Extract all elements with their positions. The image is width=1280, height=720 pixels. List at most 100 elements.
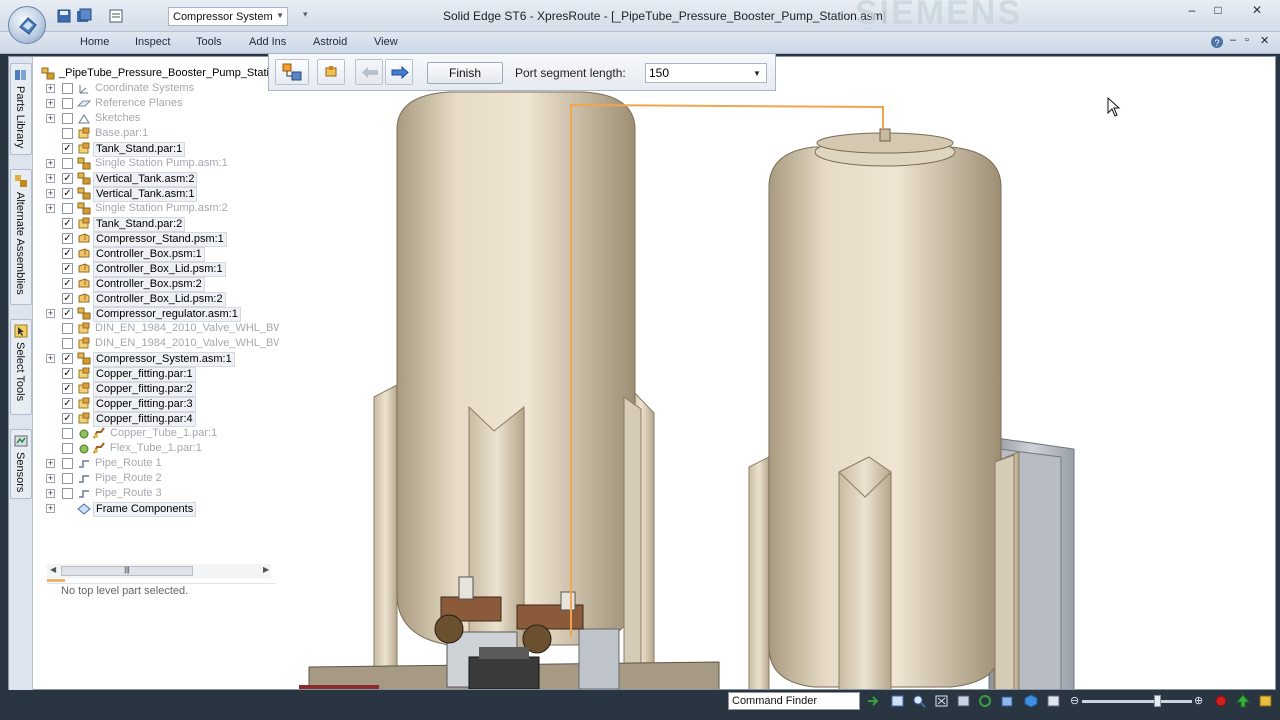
- scroll-left-icon[interactable]: ◀: [50, 565, 56, 574]
- stop-icon[interactable]: [1214, 694, 1229, 708]
- finish-button[interactable]: Finish: [427, 62, 503, 84]
- expand-icon[interactable]: +: [46, 204, 55, 213]
- scrollbar-thumb[interactable]: |||: [61, 566, 193, 576]
- expand-icon[interactable]: +: [46, 174, 55, 183]
- visibility-checkbox[interactable]: ✓: [62, 188, 73, 199]
- expand-icon[interactable]: +: [46, 99, 55, 108]
- visibility-checkbox[interactable]: [62, 323, 73, 334]
- visibility-checkbox[interactable]: [62, 338, 73, 349]
- document-list-icon[interactable]: [108, 8, 124, 24]
- side-tab-alternate-assemblies[interactable]: Alternate Assemblies: [10, 169, 32, 305]
- side-tab-parts-library[interactable]: Parts Library: [10, 63, 32, 155]
- tab-view[interactable]: View: [374, 36, 398, 48]
- visibility-checkbox[interactable]: ✓: [62, 218, 73, 229]
- save-all-icon[interactable]: [76, 8, 92, 24]
- visibility-checkbox[interactable]: [62, 98, 73, 109]
- expand-icon[interactable]: +: [46, 354, 55, 363]
- tank-port[interactable]: [879, 128, 891, 142]
- expand-icon[interactable]: +: [46, 189, 55, 198]
- visibility-checkbox[interactable]: ✓: [62, 233, 73, 244]
- zoom-icon[interactable]: [912, 694, 927, 708]
- expand-icon[interactable]: +: [46, 309, 55, 318]
- close-button[interactable]: ✕: [1238, 3, 1276, 19]
- zoom-slider[interactable]: [1082, 700, 1192, 703]
- scroll-right-icon[interactable]: ▶: [263, 565, 269, 574]
- save-icon[interactable]: [56, 8, 72, 24]
- tank-stand-leg[interactable]: [623, 396, 642, 668]
- rotate-icon[interactable]: [978, 694, 993, 708]
- tab-tools[interactable]: Tools: [196, 36, 222, 48]
- visibility-checkbox[interactable]: [62, 113, 73, 124]
- visibility-checkbox[interactable]: ✓: [62, 173, 73, 184]
- visibility-checkbox[interactable]: ✓: [62, 383, 73, 394]
- pan-icon[interactable]: [956, 694, 971, 708]
- visibility-checkbox[interactable]: ✓: [62, 353, 73, 364]
- palette-icon[interactable]: [1258, 694, 1273, 708]
- tank-stand-leg[interactable]: [994, 454, 1015, 689]
- visibility-checkbox[interactable]: ✓: [62, 308, 73, 319]
- expand-icon[interactable]: +: [46, 459, 55, 468]
- application-button[interactable]: [8, 6, 46, 44]
- tank-stand-leg[interactable]: [748, 456, 770, 689]
- visibility-checkbox[interactable]: [62, 488, 73, 499]
- graphics-viewport[interactable]: [279, 57, 1275, 689]
- minimize-button[interactable]: –: [1180, 3, 1204, 19]
- fit-icon[interactable]: [934, 694, 949, 708]
- previous-step-button[interactable]: [355, 59, 383, 85]
- select-port-button[interactable]: [317, 59, 345, 85]
- expand-icon[interactable]: +: [46, 489, 55, 498]
- document-minimize-button[interactable]: –: [1230, 34, 1236, 46]
- tree-horizontal-scrollbar[interactable]: ◀ ||| ▶: [47, 564, 271, 578]
- maximize-button[interactable]: □: [1206, 3, 1230, 19]
- visibility-checkbox[interactable]: ✓: [62, 278, 73, 289]
- expand-icon[interactable]: +: [46, 114, 55, 123]
- document-close-button[interactable]: ✕: [1260, 34, 1269, 47]
- expand-icon[interactable]: +: [46, 474, 55, 483]
- visibility-checkbox[interactable]: ✓: [62, 143, 73, 154]
- port-segment-length-input[interactable]: [645, 63, 767, 83]
- tab-add-ins[interactable]: Add Ins: [249, 36, 286, 48]
- update-icon[interactable]: [1236, 694, 1251, 708]
- side-tab-select-tools[interactable]: Select Tools: [10, 319, 32, 415]
- chevron-down-icon[interactable]: ▼: [753, 69, 761, 78]
- tab-astroid[interactable]: Astroid: [313, 36, 347, 48]
- document-restore-button[interactable]: ▫: [1245, 34, 1249, 46]
- shading-icon[interactable]: [1046, 694, 1061, 708]
- zoom-in-icon[interactable]: ⊕: [1194, 694, 1203, 707]
- expand-icon[interactable]: +: [46, 84, 55, 93]
- view-style-icon[interactable]: [1024, 694, 1039, 708]
- visibility-checkbox[interactable]: [62, 458, 73, 469]
- tab-home[interactable]: Home: [80, 36, 109, 48]
- side-tab-sensors[interactable]: Sensors: [10, 429, 32, 499]
- help-icon[interactable]: ?: [1210, 35, 1224, 49]
- visibility-checkbox[interactable]: [62, 128, 73, 139]
- zoom-slider-thumb[interactable]: [1154, 695, 1161, 707]
- quick-access-customize-icon[interactable]: ▾: [303, 9, 308, 20]
- zoom-out-icon[interactable]: ⊖: [1070, 694, 1079, 707]
- visibility-checkbox[interactable]: [62, 83, 73, 94]
- visibility-checkbox[interactable]: [62, 203, 73, 214]
- tank-stand-leg[interactable]: [838, 456, 892, 689]
- view-orientation-icon[interactable]: [1000, 694, 1015, 708]
- go-icon[interactable]: [866, 694, 881, 708]
- route-options-button[interactable]: [275, 59, 309, 85]
- visibility-checkbox[interactable]: ✓: [62, 413, 73, 424]
- visibility-checkbox[interactable]: [62, 158, 73, 169]
- visibility-checkbox[interactable]: [62, 443, 73, 454]
- tank-stand-leg[interactable]: [373, 384, 398, 689]
- visibility-checkbox[interactable]: ✓: [62, 293, 73, 304]
- next-step-button[interactable]: [385, 59, 413, 85]
- expand-icon[interactable]: +: [46, 159, 55, 168]
- zoom-area-icon[interactable]: [890, 694, 905, 708]
- assembly-3d-view[interactable]: [279, 57, 1275, 689]
- visibility-checkbox[interactable]: ✓: [62, 263, 73, 274]
- visibility-checkbox[interactable]: [62, 473, 73, 484]
- tab-inspect[interactable]: Inspect: [135, 36, 170, 48]
- visibility-checkbox[interactable]: ✓: [62, 248, 73, 259]
- visibility-checkbox[interactable]: [62, 428, 73, 439]
- expand-icon[interactable]: +: [46, 504, 55, 513]
- visibility-checkbox[interactable]: ✓: [62, 398, 73, 409]
- visibility-checkbox[interactable]: ✓: [62, 368, 73, 379]
- command-finder-input[interactable]: Command Finder: [728, 692, 860, 710]
- document-selector[interactable]: Compressor System ▼: [168, 7, 288, 26]
